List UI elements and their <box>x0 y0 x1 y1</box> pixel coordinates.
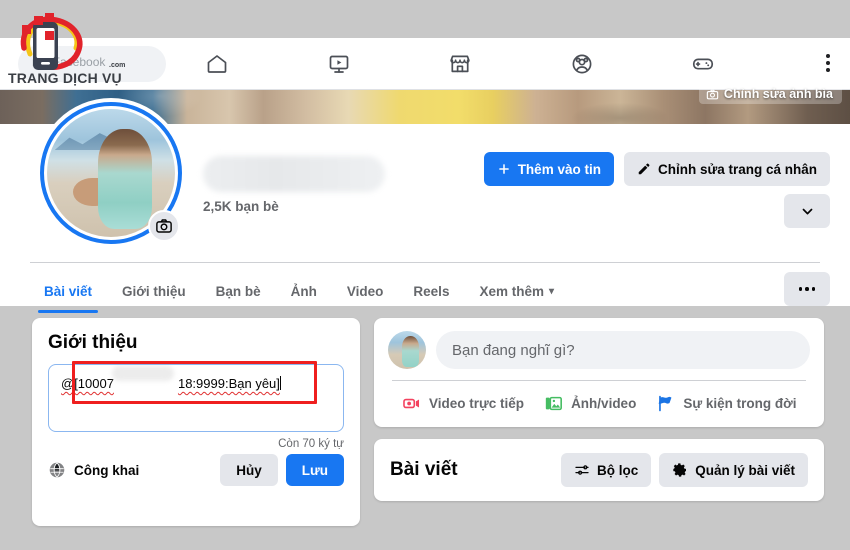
change-avatar-button[interactable] <box>148 210 180 242</box>
search-input[interactable]: rên Facebook <box>18 46 166 82</box>
post-composer-card: Bạn đang nghĩ gì? Video trực tiếp Ảnh/vi… <box>374 318 824 427</box>
photo-video-icon <box>545 396 563 411</box>
chevron-down-icon <box>802 208 812 214</box>
posts-title: Bài viết <box>390 459 458 480</box>
life-event-label: Sự kiện trong đời <box>683 396 797 411</box>
privacy-selector[interactable]: Công khai <box>48 461 139 479</box>
browser-facebook-topbar: rên Facebook <box>0 38 850 90</box>
manage-posts-button[interactable]: Quản lý bài viết <box>659 453 808 487</box>
gear-icon <box>673 463 687 477</box>
tab-bai-viet[interactable]: Bài viết <box>30 269 106 313</box>
photo-video-label: Ảnh/video <box>571 396 637 411</box>
composer-placeholder: Bạn đang nghĩ gì? <box>452 341 575 359</box>
bio-text-suffix: 18:9999:Bạn yêu] <box>177 376 280 391</box>
groups-icon[interactable] <box>567 49 597 79</box>
tab-label: Bạn bè <box>215 283 261 299</box>
marketplace-icon[interactable] <box>445 49 475 79</box>
profile-header-panel: 2,5K bạn bè Thêm vào tin Chỉnh sửa trang… <box>0 98 850 313</box>
chevron-down-icon: ▾ <box>548 285 555 297</box>
tab-label: Xem thêm <box>479 283 544 299</box>
friend-count: 2,5K bạn bè <box>203 199 279 214</box>
intro-footer: Công khai Hủy Lưu <box>32 450 360 486</box>
privacy-label: Công khai <box>74 462 140 478</box>
tab-ban-be[interactable]: Bạn bè <box>202 269 275 313</box>
characters-remaining: Còn 70 ký tự <box>278 438 344 450</box>
gaming-icon[interactable] <box>688 49 718 79</box>
posts-action-buttons: Bộ lọc Quản lý bài viết <box>560 453 808 487</box>
life-event-button[interactable]: Sự kiện trong đời <box>646 388 806 419</box>
intro-card: Giới thiệu @[10007 18:9999:Bạn yêu] Còn 7… <box>32 318 360 526</box>
manage-posts-label: Quản lý bài viết <box>695 462 795 478</box>
edit-cover-photo-button[interactable]: Chỉnh sửa ảnh bìa <box>698 84 842 104</box>
facebook-nav-bar <box>180 38 740 90</box>
bio-textarea[interactable]: @[10007 18:9999:Bạn yêu] <box>48 364 344 432</box>
tab-label: Bài viết <box>44 283 93 299</box>
posts-header-card: Bài viết Bộ lọc Quản lý bài viết <box>374 439 824 501</box>
edit-profile-label: Chỉnh sửa trang cá nhân <box>657 161 817 177</box>
tab-label: Reels <box>413 283 450 299</box>
globe-icon <box>49 462 65 478</box>
avatar[interactable] <box>36 98 186 248</box>
tab-anh[interactable]: Ảnh <box>277 269 331 313</box>
screenshot-root: rên Facebook Chỉnh sửa ảnh bìa 2,5K bạn … <box>0 0 850 550</box>
composer-row: Bạn đang nghĩ gì? <box>388 331 810 369</box>
add-to-story-label: Thêm vào tin <box>517 161 601 177</box>
watch-video-icon[interactable] <box>324 49 354 79</box>
live-video-button[interactable]: Video trực tiếp <box>392 388 534 419</box>
edit-profile-button[interactable]: Chỉnh sửa trang cá nhân <box>623 152 830 186</box>
add-to-story-button[interactable]: Thêm vào tin <box>483 152 614 186</box>
live-video-icon <box>403 398 420 409</box>
edit-cover-photo-label: Chỉnh sửa ảnh bìa <box>723 87 833 101</box>
plus-icon <box>498 164 509 174</box>
cancel-button[interactable]: Hủy <box>220 454 278 486</box>
profile-name-blurred <box>203 156 385 192</box>
intro-action-buttons: Hủy Lưu <box>220 454 344 486</box>
filter-button[interactable]: Bộ lọc <box>560 453 652 487</box>
tab-label: Ảnh <box>290 283 317 299</box>
tab-gioi-thieu[interactable]: Giới thiệu <box>108 269 200 313</box>
live-video-label: Video trực tiếp <box>429 396 525 411</box>
profile-tabs: Bài viết Giới thiệu Bạn bè Ảnh Video Ree… <box>30 269 568 313</box>
home-icon[interactable] <box>202 49 232 79</box>
sliders-icon <box>575 465 589 475</box>
photo-video-button[interactable]: Ảnh/video <box>534 388 646 419</box>
tab-video[interactable]: Video <box>333 269 398 313</box>
tab-xem-them[interactable]: Xem thêm ▾ <box>465 269 568 313</box>
save-button[interactable]: Lưu <box>285 454 344 486</box>
search-input-text: rên Facebook <box>32 55 106 69</box>
bio-text-prefix: @[10007 <box>61 376 114 391</box>
profile-content: Giới thiệu @[10007 18:9999:Bạn yêu] Còn 7… <box>0 318 850 550</box>
right-column: Bạn đang nghĩ gì? Video trực tiếp Ảnh/vi… <box>374 318 824 501</box>
profile-action-buttons: Thêm vào tin Chỉnh sửa trang cá nhân <box>483 152 830 186</box>
composer-actions: Video trực tiếp Ảnh/video Sự kiện trong … <box>388 381 810 419</box>
bio-blurred-segment <box>112 366 174 381</box>
profile-more-options-button[interactable] <box>784 194 830 228</box>
camera-icon <box>156 219 172 233</box>
browser-menu-icon[interactable] <box>814 49 842 77</box>
filter-label: Bộ lọc <box>596 462 639 478</box>
tab-label: Giới thiệu <box>122 283 186 299</box>
composer-avatar[interactable] <box>388 331 426 369</box>
pencil-icon <box>638 163 650 175</box>
life-event-flag-icon <box>658 395 672 412</box>
tabs-more-button[interactable] <box>784 272 830 306</box>
composer-input[interactable]: Bạn đang nghĩ gì? <box>436 331 810 369</box>
tab-reels[interactable]: Reels <box>399 269 463 313</box>
text-cursor <box>279 376 281 390</box>
tab-label: Video <box>346 283 384 299</box>
camera-icon <box>706 89 719 99</box>
intro-title: Giới thiệu <box>48 332 138 353</box>
